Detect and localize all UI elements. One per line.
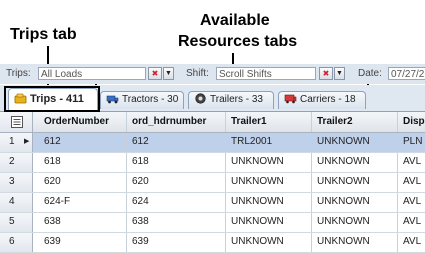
table-row[interactable]: 6 639 639 UNKNOWN UNKNOWN AVL (0, 233, 425, 253)
tab-carriers[interactable]: Carriers - 18 (278, 91, 366, 109)
cell-trailer1[interactable]: UNKNOWN (226, 153, 312, 172)
cell-trailer2[interactable]: UNKNOWN (312, 213, 398, 232)
shift-filter-label: Shift: (186, 68, 209, 79)
shift-filter-clear-button[interactable]: ✖ (319, 67, 333, 80)
row-number: 1 (9, 136, 15, 147)
clear-icon: ✖ (151, 69, 159, 78)
row-number: 5 (9, 216, 15, 227)
cell-trailer2[interactable]: UNKNOWN (312, 193, 398, 212)
row-header[interactable]: 5 (0, 213, 33, 232)
trips-grid: OrderNumber ord_hdrnumber Trailer1 Trail… (0, 112, 425, 253)
cell-ordernumber[interactable]: 638 (39, 213, 127, 232)
clear-icon: ✖ (322, 69, 330, 78)
cell-ordernumber[interactable]: 618 (39, 153, 127, 172)
resources-callout-line2: Resources tabs (178, 33, 298, 50)
cell-disp[interactable]: AVL (398, 213, 425, 232)
grid-header: OrderNumber ord_hdrnumber Trailer1 Trail… (0, 112, 425, 133)
trips-icon (14, 93, 27, 103)
column-chooser-icon (11, 116, 23, 128)
row-number: 2 (9, 156, 15, 167)
table-row[interactable]: 2 618 618 UNKNOWN UNKNOWN AVL (0, 153, 425, 173)
cell-ord-hdrnumber[interactable]: 638 (127, 213, 226, 232)
resources-callout-line1: Available (200, 12, 270, 29)
date-filter-input[interactable]: 07/27/2 (388, 67, 425, 80)
grid-body: 1 ▶ 612 612 TRL2001 UNKNOWN PLN 2 618 618 UNKNOWN U… (0, 133, 425, 253)
trips-filter-dropdown[interactable]: ▼ (163, 67, 174, 80)
trips-filter-clear-button[interactable]: ✖ (148, 67, 162, 80)
table-row[interactable]: 5 638 638 UNKNOWN UNKNOWN AVL (0, 213, 425, 233)
cell-ord-hdrnumber[interactable]: 624 (127, 193, 226, 212)
column-header-disp[interactable]: Disp (398, 112, 425, 132)
cell-ordernumber[interactable]: 620 (39, 173, 127, 192)
row-number: 3 (9, 176, 15, 187)
row-header[interactable]: 3 (0, 173, 33, 192)
tab-trips-label: Trips - 411 (30, 93, 84, 105)
current-row-arrow-icon: ▶ (24, 138, 30, 145)
table-row[interactable]: 3 620 620 UNKNOWN UNKNOWN AVL (0, 173, 425, 193)
tab-tractors[interactable]: Tractors - 30 (100, 91, 184, 109)
trips-tab-callout: Trips tab (10, 26, 77, 43)
column-header-trailer2[interactable]: Trailer2 (312, 112, 398, 132)
cell-disp[interactable]: AVL (398, 153, 425, 172)
tab-carriers-label: Carriers - 18 (300, 94, 356, 105)
cell-trailer1[interactable]: UNKNOWN (226, 173, 312, 192)
cell-disp[interactable]: AVL (398, 193, 425, 212)
table-row[interactable]: 4 624-F 624 UNKNOWN UNKNOWN AVL (0, 193, 425, 213)
row-header[interactable]: 1 ▶ (0, 133, 33, 152)
shift-filter-dropdown[interactable]: ▼ (334, 67, 345, 80)
trips-filter-select[interactable]: All Loads (38, 67, 146, 80)
cell-trailer1[interactable]: UNKNOWN (226, 193, 312, 212)
carrier-icon (284, 94, 297, 104)
trips-filter-label: Trips: (6, 68, 31, 79)
column-chooser-button[interactable] (0, 112, 33, 132)
row-header[interactable]: 4 (0, 193, 33, 212)
column-header-ord-hdrnumber[interactable]: ord_hdrnumber (127, 112, 226, 132)
table-row[interactable]: 1 ▶ 612 612 TRL2001 UNKNOWN PLN (0, 133, 425, 153)
cell-ord-hdrnumber[interactable]: 618 (127, 153, 226, 172)
cell-disp[interactable]: PLN (398, 133, 425, 152)
cell-trailer2[interactable]: UNKNOWN (312, 173, 398, 192)
cell-ordernumber[interactable]: 612 (39, 133, 127, 152)
filter-bar: Trips: All Loads ✖ ▼ Shift: Scroll Shift… (0, 64, 425, 84)
chevron-down-icon: ▼ (336, 70, 343, 77)
resource-tab-strip: Trips - 411 Tractors - 30 Trailers - 33 … (0, 85, 425, 112)
row-header[interactable]: 2 (0, 153, 33, 172)
tractor-icon (106, 95, 119, 104)
cell-trailer1[interactable]: TRL2001 (226, 133, 312, 152)
trailer-icon (195, 93, 206, 104)
cell-disp[interactable]: AVL (398, 173, 425, 192)
chevron-down-icon: ▼ (165, 70, 172, 77)
cell-ordernumber[interactable]: 624-F (39, 193, 127, 212)
tab-trips[interactable]: Trips - 411 (8, 88, 98, 111)
date-filter-label: Date: (358, 68, 382, 79)
column-header-trailer1[interactable]: Trailer1 (226, 112, 312, 132)
cell-trailer2[interactable]: UNKNOWN (312, 133, 398, 152)
column-header-ordernumber[interactable]: OrderNumber (39, 112, 127, 132)
cell-ord-hdrnumber[interactable]: 612 (127, 133, 226, 152)
row-number: 4 (9, 196, 15, 207)
cell-trailer2[interactable]: UNKNOWN (312, 153, 398, 172)
cell-trailer1[interactable]: UNKNOWN (226, 213, 312, 232)
cell-ord-hdrnumber[interactable]: 620 (127, 173, 226, 192)
shift-filter-select[interactable]: Scroll Shifts (216, 67, 316, 80)
row-number: 6 (9, 236, 15, 247)
tab-trailers[interactable]: Trailers - 33 (188, 91, 274, 109)
tab-trailers-label: Trailers - 33 (210, 94, 263, 105)
tab-tractors-label: Tractors - 30 (122, 94, 179, 105)
